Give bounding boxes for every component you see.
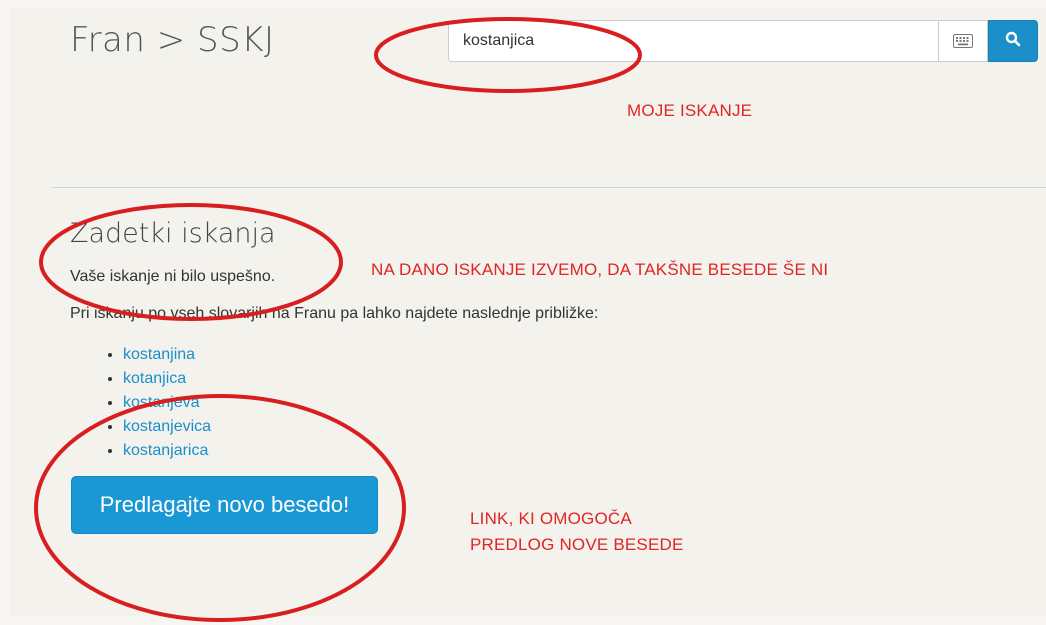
search-icon bbox=[1005, 31, 1021, 52]
search-button[interactable] bbox=[988, 20, 1038, 62]
list-item: kostanjarica bbox=[123, 439, 211, 463]
keyboard-button[interactable] bbox=[938, 20, 988, 62]
annotation-link-line1: LINK, KI OMOGOČA bbox=[470, 509, 632, 528]
annotation-search: MOJE ISKANJE bbox=[627, 101, 753, 120]
divider bbox=[52, 187, 1046, 188]
site-brand[interactable]: Fran > SSKJ bbox=[70, 20, 275, 60]
no-result-message: Vaše iskanje ni bilo uspešno. bbox=[70, 268, 276, 285]
suggestion-link[interactable]: kostanjarica bbox=[123, 442, 208, 459]
list-item: kostanjeva bbox=[123, 391, 211, 415]
suggestion-link[interactable]: kostanjevica bbox=[123, 418, 211, 435]
suggestions-list: kostanjina kotanjica kostanjeva kostanje… bbox=[100, 343, 211, 463]
suggestion-link[interactable]: kotanjica bbox=[123, 370, 186, 387]
search-bar bbox=[448, 20, 1038, 64]
keyboard-icon bbox=[953, 34, 973, 48]
results-title: Zadetki iskanja bbox=[70, 218, 276, 249]
propose-word-button[interactable]: Predlagajte novo besedo! bbox=[71, 476, 378, 534]
suggestions-intro: Pri iskanju po vseh slovarjih na Franu p… bbox=[70, 305, 599, 322]
list-item: kotanjica bbox=[123, 367, 211, 391]
annotation-link-line2: PREDLOG NOVE BESEDE bbox=[470, 535, 684, 554]
list-item: kostanjevica bbox=[123, 415, 211, 439]
suggestion-link[interactable]: kostanjeva bbox=[123, 394, 200, 411]
annotation-link: LINK, KI OMOGOČA PREDLOG NOVE BESEDE bbox=[470, 506, 684, 558]
suggestion-link[interactable]: kostanjina bbox=[123, 346, 195, 363]
list-item: kostanjina bbox=[123, 343, 211, 367]
search-input[interactable] bbox=[448, 20, 938, 62]
annotation-result: NA DANO ISKANJE IZVEMO, DA TAKŠNE BESEDE… bbox=[371, 260, 829, 279]
